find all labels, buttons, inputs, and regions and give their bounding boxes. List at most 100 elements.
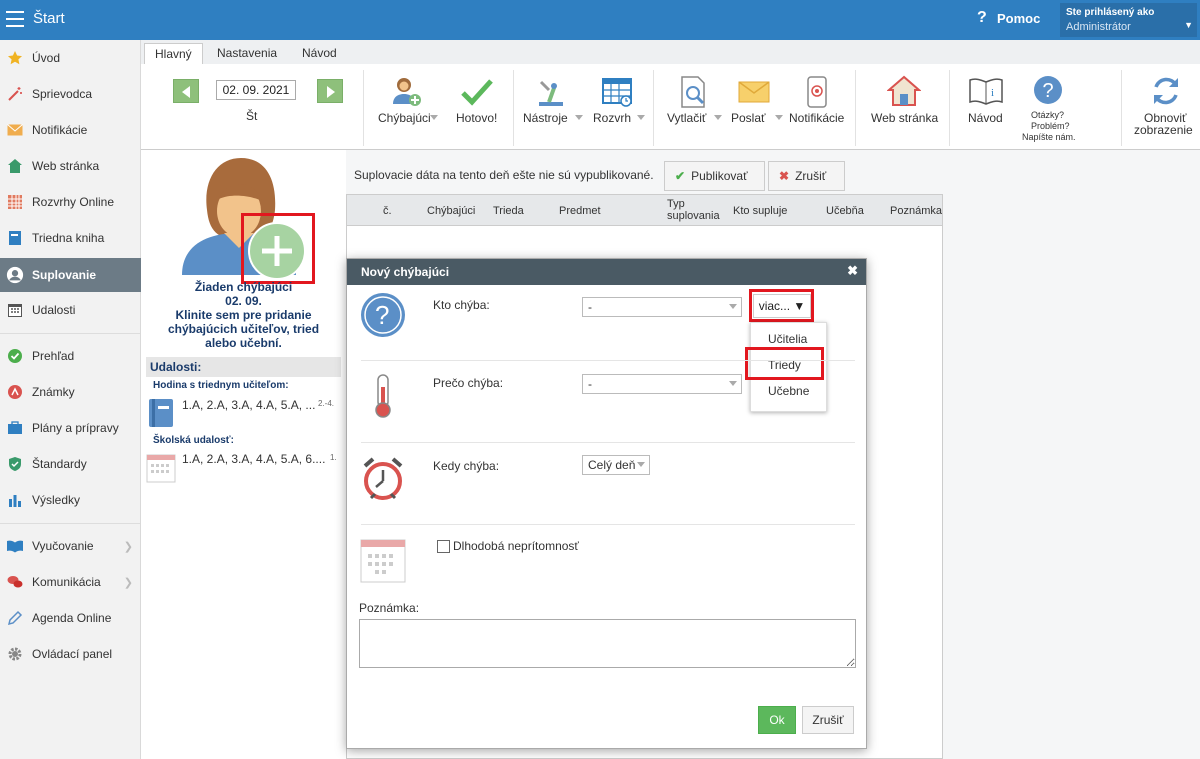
print-button[interactable]: Vytlačiť bbox=[665, 72, 725, 136]
sidebar-item-standardy[interactable]: Štandardy bbox=[0, 447, 141, 481]
contact-support-button[interactable]: ? Otázky? Problém? Napíšte nám. bbox=[1015, 72, 1081, 146]
sidebar-item-vysledky[interactable]: Výsledky bbox=[0, 483, 141, 517]
envelope-icon bbox=[6, 122, 24, 138]
tools-button[interactable]: Nástroje bbox=[523, 72, 587, 136]
close-icon: ✖ bbox=[779, 169, 790, 183]
close-icon[interactable]: ✖ bbox=[847, 263, 858, 279]
sidebar-item-znamky[interactable]: Známky bbox=[0, 375, 141, 409]
sidebar-item-notifikacie[interactable]: Notifikácie bbox=[0, 113, 141, 147]
event2-classes[interactable]: 1.A, 2.A, 3.A, 4.A, 5.A, 6.... bbox=[182, 452, 325, 466]
sidebar-item-web-stranka[interactable]: Web stránka bbox=[0, 149, 141, 183]
form-divider bbox=[361, 524, 855, 525]
when-value: Celý deň bbox=[588, 458, 636, 472]
events-title: Udalosti: bbox=[146, 357, 341, 377]
no-absent-message[interactable]: Žiaden chýbajúci 02. 09. Klinite sem pre… bbox=[141, 280, 346, 350]
column-header[interactable]: č. bbox=[383, 205, 392, 217]
absent-button[interactable]: Chýbajúci bbox=[373, 72, 438, 136]
column-header[interactable]: Učebňa bbox=[826, 205, 864, 217]
when-select[interactable]: Celý deň bbox=[582, 455, 650, 475]
event1-classes[interactable]: 1.A, 2.A, 3.A, 4.A, 5.A, ... bbox=[182, 398, 315, 412]
schedule-label: Rozvrh bbox=[593, 111, 632, 125]
who-select[interactable]: - bbox=[582, 297, 742, 317]
checkmark-icon: ✔ bbox=[675, 169, 686, 183]
column-header[interactable]: Kto supluje bbox=[733, 205, 787, 217]
print-preview-icon bbox=[681, 76, 705, 108]
briefcase-icon bbox=[6, 420, 24, 436]
checkmark-icon bbox=[461, 79, 493, 106]
no-absent-line2: 02. 09. bbox=[225, 294, 262, 308]
cancel-publish-button[interactable]: ✖ Zrušiť bbox=[768, 161, 845, 191]
who-label: Kto chýba: bbox=[433, 298, 490, 312]
new-absent-dialog: Nový chýbajúci ✖ ? Kto chýba: - viac... … bbox=[346, 258, 867, 749]
sidebar-item-uvod[interactable]: Úvod bbox=[0, 41, 141, 75]
user-menu[interactable]: Ste prihlásený ako Administrátor ▼ bbox=[1060, 3, 1197, 37]
longterm-checkbox[interactable] bbox=[437, 540, 450, 553]
calendar-icon bbox=[360, 539, 406, 583]
sidebar-item-agenda-online[interactable]: Agenda Online bbox=[0, 601, 141, 635]
website-button[interactable]: Web stránka bbox=[867, 72, 941, 136]
ribbon-divider bbox=[363, 70, 364, 146]
who-value: - bbox=[588, 300, 592, 314]
sidebar-item-komunikacia[interactable]: Komunikácia ❯ bbox=[0, 565, 141, 599]
sidebar-item-udalosti[interactable]: Udalosti bbox=[0, 293, 141, 327]
column-header[interactable]: Chýbajúci bbox=[427, 205, 475, 217]
publish-button[interactable]: ✔ Publikovať bbox=[664, 161, 765, 191]
sidebar-item-label: Vyučovanie bbox=[32, 539, 94, 553]
open-book-icon bbox=[6, 538, 24, 554]
notifications-button[interactable]: Notifikácie bbox=[787, 72, 849, 136]
timetable-icon bbox=[602, 78, 632, 107]
top-bar: Štart ? Pomoc Ste prihlásený ako Adminis… bbox=[0, 0, 1200, 40]
note-label: Poznámka: bbox=[359, 601, 420, 615]
ribbon-divider bbox=[653, 70, 654, 146]
tab-navod[interactable]: Návod bbox=[292, 43, 347, 64]
column-header[interactable]: Typ suplovania bbox=[667, 198, 725, 222]
column-header[interactable]: Predmet bbox=[559, 205, 601, 217]
why-select[interactable]: - bbox=[582, 374, 742, 394]
print-label: Vytlačiť bbox=[667, 111, 707, 125]
publish-label: Publikovať bbox=[691, 169, 748, 183]
sidebar-item-label: Prehľad bbox=[32, 349, 75, 363]
help-link[interactable]: Pomoc bbox=[997, 11, 1040, 26]
sidebar-item-label: Známky bbox=[32, 385, 75, 399]
sidebar-item-ovladaci-panel[interactable]: Ovládací panel bbox=[0, 637, 141, 671]
phone-icon bbox=[807, 76, 827, 108]
why-value: - bbox=[588, 377, 592, 391]
column-header[interactable]: Trieda bbox=[493, 205, 524, 217]
hamburger-menu-icon[interactable] bbox=[6, 11, 24, 27]
sidebar-item-suplovanie[interactable]: Suplovanie bbox=[0, 258, 141, 292]
tab-hlavny[interactable]: Hlavný bbox=[144, 43, 203, 64]
sidebar-item-prehlad[interactable]: Prehľad bbox=[0, 339, 141, 373]
note-textarea[interactable] bbox=[359, 619, 856, 668]
previous-day-button[interactable] bbox=[173, 79, 199, 103]
column-header[interactable]: Poznámka bbox=[890, 205, 942, 217]
done-button[interactable]: Hotovo! bbox=[453, 72, 501, 136]
cancel-button[interactable]: Zrušiť bbox=[802, 706, 854, 734]
sidebar-item-triedna-kniha[interactable]: Triedna kniha bbox=[0, 221, 141, 255]
guide-button[interactable]: i Návod bbox=[961, 72, 1011, 136]
table-header: č. Chýbajúci Trieda Predmet Typ suplovan… bbox=[347, 195, 942, 226]
sidebar-item-sprievodca[interactable]: Sprievodca bbox=[0, 77, 141, 111]
event2-header: Školská udalosť: bbox=[153, 435, 234, 446]
notifications-label: Notifikácie bbox=[789, 111, 845, 125]
dropdown-item-classrooms[interactable]: Učebne bbox=[751, 378, 828, 404]
shield-icon bbox=[6, 456, 24, 472]
sidebar-item-rozvrhy-online[interactable]: Rozvrhy Online bbox=[0, 185, 141, 219]
caret-down-icon bbox=[575, 115, 583, 120]
next-day-button[interactable] bbox=[317, 79, 343, 103]
send-button[interactable]: Poslať bbox=[729, 72, 789, 136]
longterm-label: Dlhodobá neprítomnosť bbox=[453, 539, 579, 553]
sidebar-item-vyucovanie[interactable]: Vyučovanie ❯ bbox=[0, 529, 141, 563]
date-field[interactable]: 02. 09. 2021 bbox=[216, 80, 296, 100]
house-icon bbox=[887, 75, 921, 106]
ribbon-divider bbox=[949, 70, 950, 146]
sidebar: Úvod Sprievodca Notifikácie Web stránka … bbox=[0, 40, 141, 759]
schedule-button[interactable]: Rozvrh bbox=[591, 72, 651, 136]
envelope-icon bbox=[738, 81, 770, 103]
refresh-button[interactable]: Obnoviť zobrazenie bbox=[1131, 72, 1197, 146]
ok-button[interactable]: Ok bbox=[758, 706, 796, 734]
tab-nastavenia[interactable]: Nastavenia bbox=[207, 43, 287, 64]
questions-line2: Problém? bbox=[1031, 121, 1070, 131]
sidebar-item-plany-a-pripravy[interactable]: Plány a prípravy bbox=[0, 411, 141, 445]
absent-label: Chýbajúci bbox=[378, 111, 431, 125]
question-icon[interactable]: ? bbox=[977, 10, 991, 26]
